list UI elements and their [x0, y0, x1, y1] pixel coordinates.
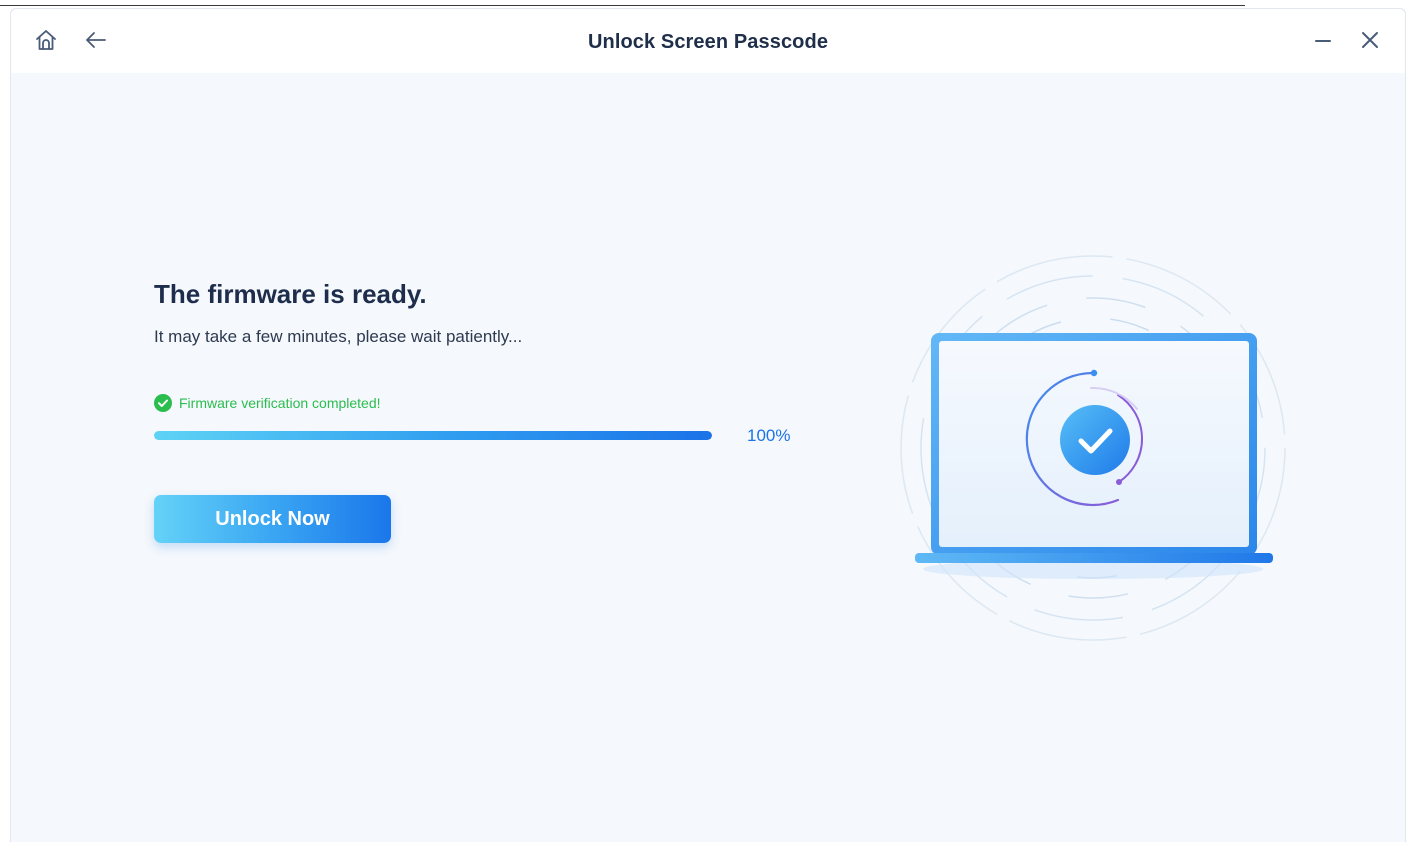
- headline: The firmware is ready.: [154, 279, 427, 309]
- laptop-illustration: [891, 247, 1291, 657]
- window-title: Unlock Screen Passcode: [587, 31, 829, 53]
- app-window: Unlock Screen Passcode The firmware is r…: [10, 8, 1406, 842]
- title-bar: Unlock Screen Passcode: [11, 9, 1405, 73]
- status-row: Firmware verification completed!: [154, 393, 381, 413]
- check-circle-icon: [154, 394, 172, 412]
- status-text: Firmware verification completed!: [179, 395, 381, 411]
- close-icon: [1362, 32, 1378, 48]
- laptop-check-icon: [900, 255, 1286, 641]
- top-strip: [0, 0, 1245, 6]
- minimize-button[interactable]: [1310, 27, 1336, 53]
- minimize-icon: [1315, 40, 1331, 42]
- progress-percent: 100%: [747, 426, 791, 445]
- unlock-now-button[interactable]: Unlock Now: [154, 495, 391, 543]
- progress-fill: [154, 431, 712, 440]
- subtext: It may take a few minutes, please wait p…: [154, 327, 523, 346]
- close-button[interactable]: [1357, 27, 1383, 53]
- progress-bar: [154, 431, 712, 440]
